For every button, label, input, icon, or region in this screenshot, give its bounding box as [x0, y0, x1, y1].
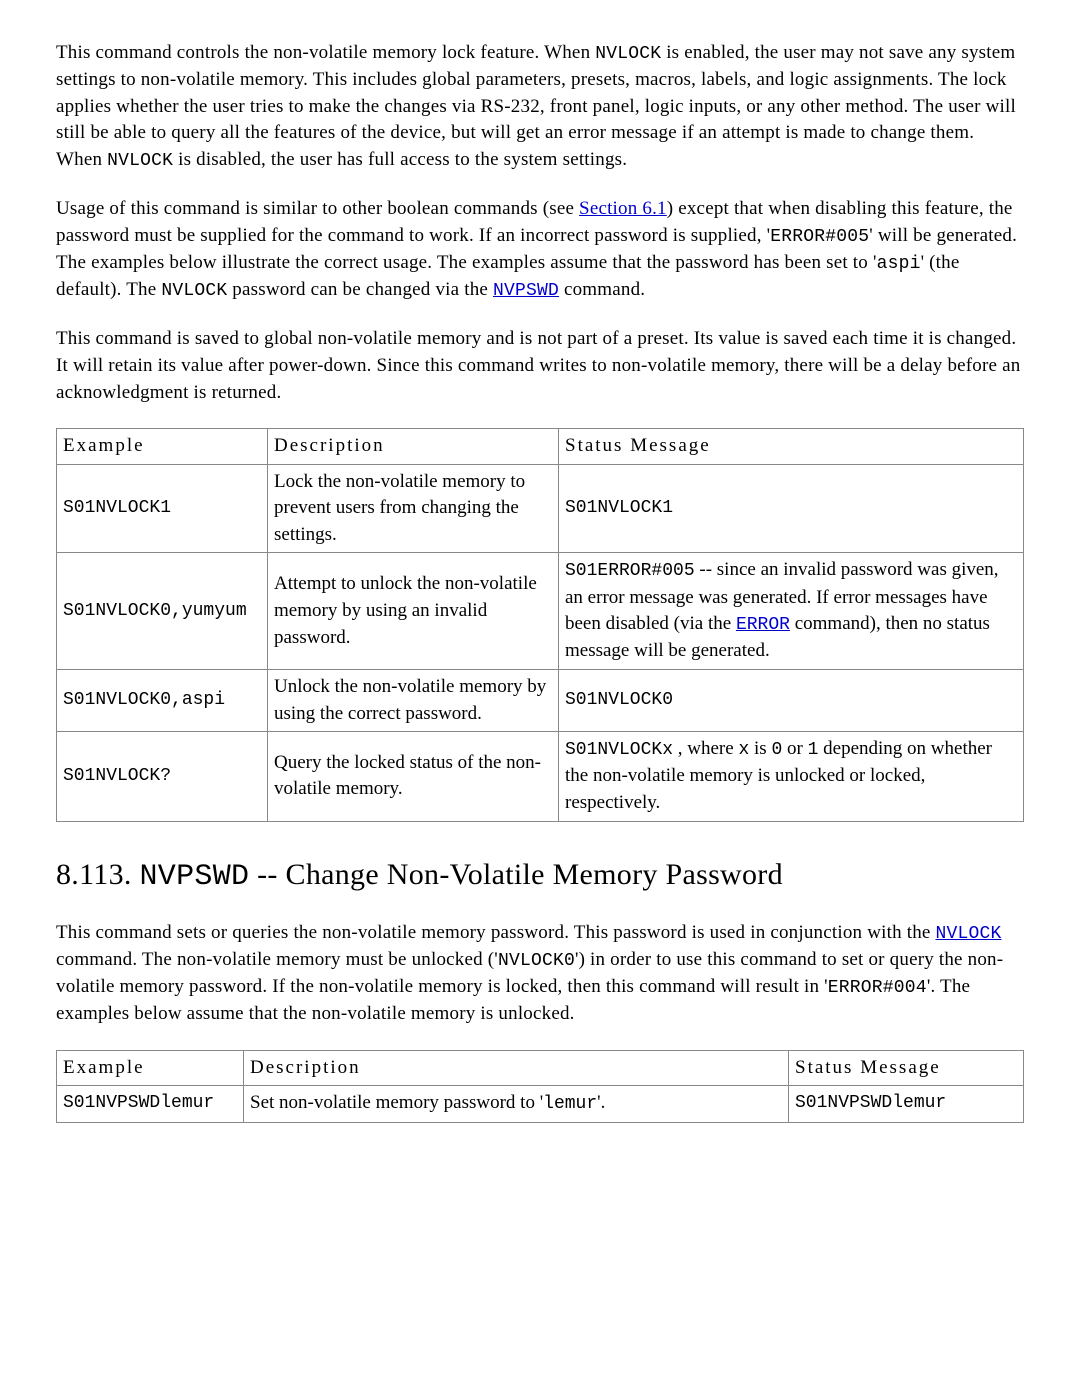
cell-example: S01NVPSWDlemur: [57, 1086, 244, 1122]
cell-example: S01NVLOCK0,aspi: [57, 670, 268, 732]
code-error: S01ERROR#005: [565, 561, 695, 581]
cell-description: Query the locked status of the non-volat…: [268, 732, 559, 821]
cell-status: S01ERROR#005 -- since an invalid passwor…: [559, 553, 1024, 670]
paragraph-nvpswd: This command sets or queries the non-vol…: [56, 920, 1024, 1028]
table-row: S01NVLOCK0,yumyum Attempt to unlock the …: [57, 553, 1024, 670]
heading-nvpswd: 8.113. NVPSWD -- Change Non-Volatile Mem…: [56, 854, 1024, 898]
table-nvpswd-examples: Example Description Status Message S01NV…: [56, 1050, 1024, 1123]
cell-status: S01NVPSWDlemur: [789, 1086, 1024, 1122]
cell-example: S01NVLOCK1: [57, 464, 268, 553]
table-row: S01NVLOCK0,aspi Unlock the non-volatile …: [57, 670, 1024, 732]
table-nvlock-examples: Example Description Status Message S01NV…: [56, 428, 1024, 822]
header-status: Status Message: [789, 1050, 1024, 1086]
paragraph-2: Usage of this command is similar to othe…: [56, 196, 1024, 304]
cell-description: Unlock the non-volatile memory by using …: [268, 670, 559, 732]
code-aspi: aspi: [877, 254, 921, 274]
code-x: x: [738, 740, 749, 760]
cell-status: S01NVLOCK0: [559, 670, 1024, 732]
code-0: 0: [771, 740, 782, 760]
cell-description: Set non-volatile memory password to 'lem…: [244, 1086, 789, 1122]
cell-description: Attempt to unlock the non-volatile memor…: [268, 553, 559, 670]
cell-status: S01NVLOCK1: [559, 464, 1024, 553]
paragraph-1: This command controls the non-volatile m…: [56, 40, 1024, 174]
table-row: S01NVLOCK1 Lock the non-volatile memory …: [57, 464, 1024, 553]
header-status: Status Message: [559, 429, 1024, 465]
text: '.: [597, 1092, 605, 1113]
heading-number: 8.113.: [56, 858, 140, 891]
text: is disabled, the user has full access to…: [173, 149, 627, 170]
link-nvlock[interactable]: NVLOCK: [935, 924, 1001, 944]
code-error005: ERROR#005: [770, 227, 869, 247]
text: password can be changed via the: [227, 279, 493, 300]
text: This command sets or queries the non-vol…: [56, 922, 935, 943]
code-nvlock: NVLOCK: [107, 151, 173, 171]
code-nvlock: NVLOCK: [595, 44, 661, 64]
heading-code: NVPSWD: [140, 860, 250, 894]
paragraph-3: This command is saved to global non-vola…: [56, 326, 1024, 406]
code-1: 1: [808, 740, 819, 760]
heading-title: -- Change Non-Volatile Memory Password: [249, 858, 783, 891]
text: command. The non-volatile memory must be…: [56, 949, 498, 970]
text: is: [749, 738, 771, 759]
header-description: Description: [244, 1050, 789, 1086]
link-error[interactable]: ERROR: [736, 615, 790, 635]
cell-example: S01NVLOCK?: [57, 732, 268, 821]
text: This command controls the non-volatile m…: [56, 42, 595, 63]
header-description: Description: [268, 429, 559, 465]
code-lemur: lemur: [543, 1094, 597, 1114]
code-nvlock0: NVLOCK0: [498, 951, 575, 971]
cell-description: Lock the non-volatile memory to prevent …: [268, 464, 559, 553]
text: , where: [673, 738, 738, 759]
header-example: Example: [57, 1050, 244, 1086]
code-error004: ERROR#004: [828, 978, 927, 998]
text: or: [782, 738, 807, 759]
cell-example: S01NVLOCK0,yumyum: [57, 553, 268, 670]
cell-status: S01NVLOCKx , where x is 0 or 1 depending…: [559, 732, 1024, 821]
link-nvpswd[interactable]: NVPSWD: [493, 281, 559, 301]
text: command.: [559, 279, 645, 300]
link-section-6-1[interactable]: Section 6.1: [579, 198, 667, 219]
table-header-row: Example Description Status Message: [57, 1050, 1024, 1086]
table-row: S01NVLOCK? Query the locked status of th…: [57, 732, 1024, 821]
code-nvlockx: S01NVLOCKx: [565, 740, 673, 760]
header-example: Example: [57, 429, 268, 465]
text: Set non-volatile memory password to ': [250, 1092, 543, 1113]
code-nvlock: NVLOCK: [161, 281, 227, 301]
table-row: S01NVPSWDlemur Set non-volatile memory p…: [57, 1086, 1024, 1122]
table-header-row: Example Description Status Message: [57, 429, 1024, 465]
text: Usage of this command is similar to othe…: [56, 198, 579, 219]
